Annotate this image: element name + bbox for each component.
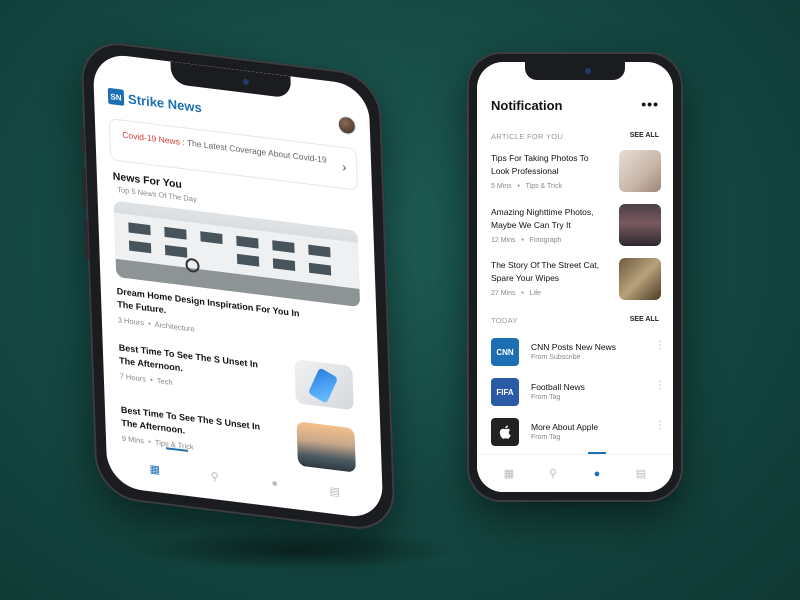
dot-separator: •	[145, 318, 154, 329]
today-see-all-link[interactable]: SEE ALL	[630, 316, 659, 323]
notification-item[interactable]: FIFA Football News From Tag ⋮	[491, 378, 665, 408]
article-category: Fotograph	[529, 237, 562, 244]
notification-icon[interactable]: ●	[589, 466, 605, 482]
phone-left: SN Strike News Covid-19 News : The Lates…	[80, 38, 396, 534]
article-title: Tips For Taking Photos To Look Professio…	[491, 153, 589, 176]
list-item-time: 7 Hours	[119, 371, 147, 384]
notification-title: More About Apple	[531, 422, 599, 432]
news-screen: SN Strike News Covid-19 News : The Lates…	[92, 51, 384, 521]
tab-bar: ▦ ⚲ ● ▤	[477, 454, 673, 492]
chart-icon[interactable]: ▤	[326, 482, 343, 500]
volume-down-button	[83, 218, 89, 260]
notification-item[interactable]: CNN CNN Posts New News From Subscribe ⋮	[491, 338, 665, 368]
list-item-meta: 7 Hours • Tech	[120, 371, 173, 387]
page-title: Notification	[491, 98, 563, 113]
featured-time: 3 Hours	[117, 315, 145, 328]
banner-text: The Latest Coverage About Covid-19	[186, 137, 327, 165]
kebab-menu-icon[interactable]: ⋮	[655, 381, 665, 391]
kebab-menu-icon[interactable]: ⋮	[655, 421, 665, 431]
notification-title: Football News	[531, 382, 585, 392]
list-item-category: Tech	[156, 376, 173, 388]
banner-highlight: Covid-19 News :	[122, 129, 185, 148]
phone-right: Notification ••• ARTICLE FOR YOU SEE ALL…	[467, 52, 683, 502]
article-thumbnail	[619, 150, 661, 192]
article-meta: 27 Mins • Life	[491, 290, 541, 297]
notification-source: From Tag	[531, 434, 561, 441]
article-title: The Story Of The Street Cat, Spare Your …	[491, 260, 600, 283]
notification-screen: Notification ••• ARTICLE FOR YOU SEE ALL…	[477, 62, 673, 492]
articles-section-label: ARTICLE FOR YOU	[491, 132, 564, 141]
article-time: 5 Mins	[491, 183, 512, 190]
dot-separator: •	[147, 374, 156, 385]
search-icon[interactable]: ⚲	[545, 466, 561, 482]
article-time: 27 Mins	[491, 290, 516, 297]
articles-see-all-link[interactable]: SEE ALL	[630, 132, 659, 139]
article-thumbnail	[619, 204, 661, 246]
article-time: 12 Mins	[491, 237, 516, 244]
list-item-thumbnail	[294, 358, 354, 411]
article-meta: 5 Mins • Tips & Trick	[491, 183, 562, 190]
notification-source: From Subscribe	[531, 354, 581, 361]
chevron-right-icon: ›	[342, 159, 347, 175]
notification-item[interactable]: More About Apple From Tag ⋮	[491, 418, 665, 448]
notch	[525, 62, 625, 80]
front-camera	[242, 78, 249, 86]
fifa-logo: FIFA	[491, 378, 519, 406]
mute-switch	[80, 128, 86, 154]
article-category: Tips & Trick	[525, 183, 562, 190]
dot-separator: •	[513, 183, 524, 190]
today-section-label: TODAY	[491, 316, 518, 325]
phone-shadow-left	[130, 530, 460, 570]
notification-icon[interactable]: ●	[266, 475, 283, 493]
apple-icon	[499, 425, 511, 439]
home-grid-icon[interactable]: ▦	[147, 460, 164, 478]
featured-category: Architecture	[154, 319, 195, 334]
search-icon[interactable]: ⚲	[206, 467, 223, 485]
article-thumbnail	[619, 258, 661, 300]
kebab-menu-icon[interactable]: ⋮	[655, 341, 665, 351]
notification-source: From Tag	[531, 394, 561, 401]
more-options-icon[interactable]: •••	[641, 96, 659, 112]
logo-mark: SN	[107, 87, 125, 106]
article-title: Amazing Nighttime Photos, Maybe We Can T…	[491, 207, 594, 230]
avatar[interactable]	[337, 115, 357, 136]
cnn-logo: CNN	[491, 338, 519, 366]
volume-up-button	[81, 168, 88, 210]
dot-separator: •	[517, 237, 528, 244]
article-category: Life	[529, 290, 541, 297]
home-grid-icon[interactable]: ▦	[501, 466, 517, 482]
notification-title: CNN Posts New News	[531, 342, 617, 352]
article-meta: 12 Mins • Fotograph	[491, 237, 562, 244]
front-camera	[585, 68, 591, 74]
apple-logo-icon	[491, 418, 519, 446]
brand-name: Strike News	[127, 90, 202, 115]
chart-icon[interactable]: ▤	[633, 466, 649, 482]
dot-separator: •	[517, 290, 528, 297]
